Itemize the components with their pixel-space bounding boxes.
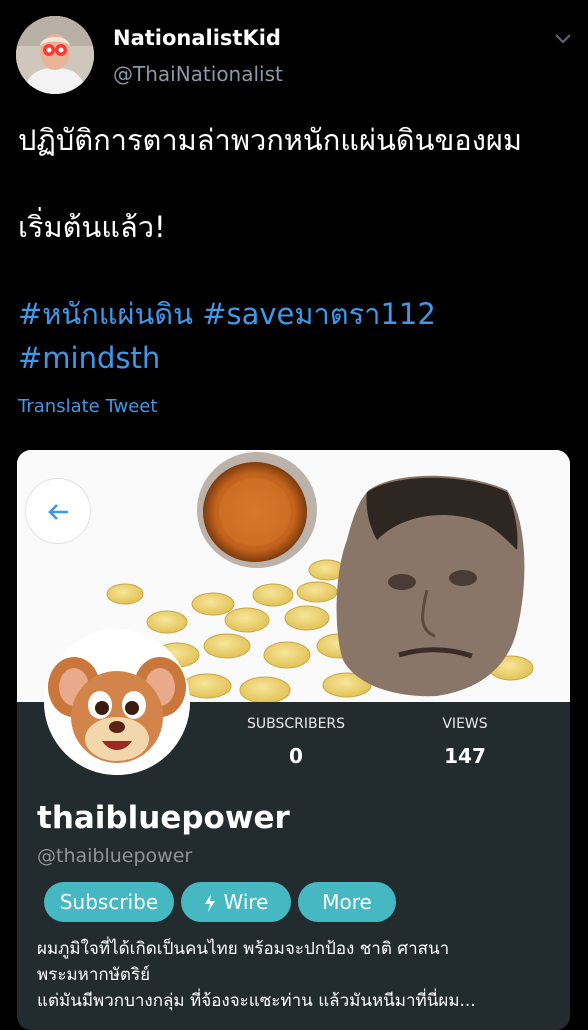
more-label: More bbox=[322, 890, 372, 914]
views-label: VIEWS bbox=[442, 716, 488, 732]
hashtag-link[interactable]: #mindsth bbox=[18, 341, 160, 375]
wire-label: Wire bbox=[223, 890, 269, 914]
subscribers-label: SUBSCRIBERS bbox=[246, 716, 346, 732]
translate-tweet-link[interactable]: Translate Tweet bbox=[18, 396, 157, 417]
views-count: 147 bbox=[444, 744, 486, 768]
hashtags: #หนักแผ่นดิน #saveมาตรา112 #mindsth bbox=[18, 292, 436, 380]
description-line-2: พระมหากษัตริย์ bbox=[37, 965, 151, 985]
tweet-text-line-2: เริ่มต้นแล้ว! bbox=[18, 210, 166, 244]
arrow-left-icon bbox=[48, 504, 68, 520]
channel-name: thaibluepower bbox=[37, 800, 290, 836]
description-line-1: ผมภูมิใจที่ได้เกิดเป็นคนไทย พร้อมจะปกป้อ… bbox=[37, 939, 450, 959]
embedded-image-card[interactable]: SUBSCRIBERS 0 VIEWS 147 thaibluepower @t… bbox=[17, 450, 570, 1030]
hashtag-link[interactable]: #หนักแผ่นดิน bbox=[18, 297, 193, 331]
channel-avatar[interactable] bbox=[44, 629, 190, 775]
display-name[interactable]: NationalistKid bbox=[113, 26, 281, 50]
cartoon-mouse-avatar-image bbox=[44, 629, 190, 775]
channel-description: ผมภูมิใจที่ได้เกิดเป็นคนไทย พร้อมจะปกป้อ… bbox=[37, 936, 562, 1014]
profile-avatar-image bbox=[16, 16, 94, 94]
tweet-text-line-1: ปฏิบัติการตามล่าพวกหนักแผ่นดินของผม bbox=[18, 123, 522, 157]
profile-avatar[interactable] bbox=[16, 16, 94, 94]
subscribe-button[interactable]: Subscribe bbox=[44, 882, 174, 922]
channel-handle: @thaibluepower bbox=[37, 845, 193, 867]
subscribe-label: Subscribe bbox=[59, 890, 159, 914]
description-line-3: แต่มันมีพวกบางกลุ่ม ที่จ้องจะแซะท่าน แล้… bbox=[37, 991, 476, 1011]
tweet-body: ปฏิบัติการตามล่าพวกหนักแผ่นดินของผม เริ่… bbox=[18, 118, 578, 249]
subscribers-count: 0 bbox=[289, 744, 303, 768]
hashtag-link[interactable]: #saveมาตรา112 bbox=[202, 297, 436, 331]
more-button[interactable]: More bbox=[298, 882, 396, 922]
wire-button[interactable]: Wire bbox=[181, 882, 291, 922]
back-button[interactable] bbox=[25, 478, 91, 544]
user-handle[interactable]: @ThaiNationalist bbox=[113, 62, 283, 86]
lightning-bolt-icon bbox=[204, 894, 215, 912]
chevron-down-icon[interactable] bbox=[552, 30, 574, 46]
